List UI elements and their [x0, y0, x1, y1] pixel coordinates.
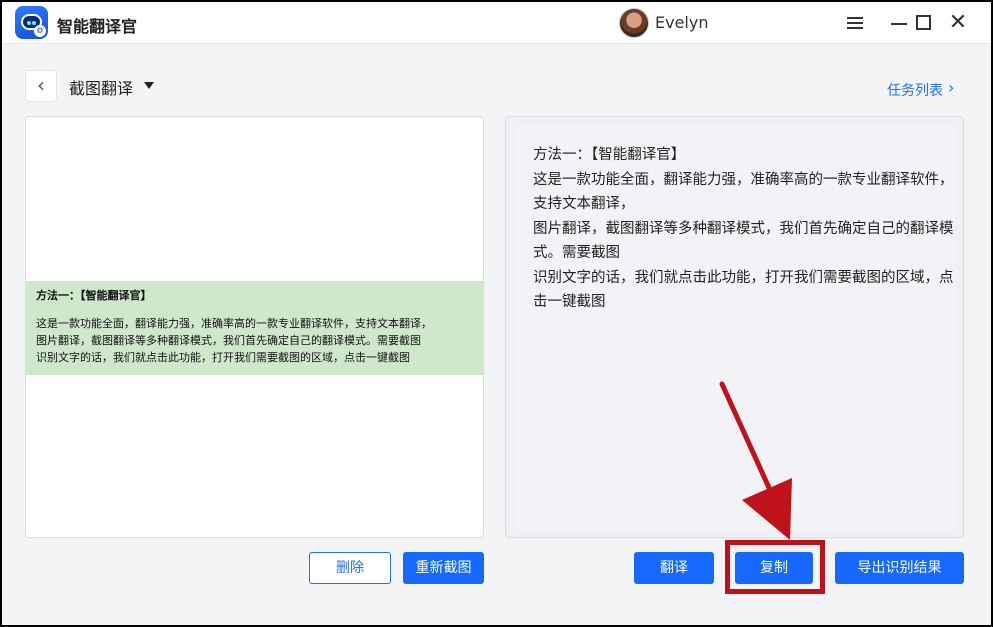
export-results-button[interactable]: 导出识别结果 — [835, 552, 964, 584]
close-icon[interactable]: ✕ — [947, 12, 969, 34]
mode-selector[interactable]: 截图翻译 — [69, 75, 133, 99]
title-bar: ⚙ 智能翻译官 Evelyn ✕ — [2, 2, 991, 44]
copy-highlight-box — [725, 540, 825, 594]
app-title: 智能翻译官 — [57, 17, 138, 36]
chevron-right-icon[interactable]: › — [948, 78, 954, 97]
result-line: 图片翻译，截图翻译等多种翻译模式，我们首先确定自己的翻译模式。需要截图 — [533, 220, 954, 262]
avatar[interactable] — [619, 8, 649, 38]
captured-line: 图片翻译，截图翻译等多种翻译模式，我们首先确定自己的翻译模式。需要截图 — [36, 334, 421, 347]
captured-text: 这是一款功能全面，翻译能力强，准确率高的一款专业翻译软件，支持文本翻译， 图片翻… — [36, 315, 473, 366]
username[interactable]: Evelyn — [655, 13, 708, 32]
result-line: 识别文字的话，我们就点击此功能，打开我们需要截图的区域，点击一键截图 — [533, 269, 954, 311]
chevron-left-icon: ‹ — [37, 73, 45, 97]
captured-title: 方法一：【智能翻译官】 — [36, 289, 152, 302]
delete-button[interactable]: 删除 — [309, 552, 391, 584]
captured-line: 这是一款功能全面，翻译能力强，准确率高的一款专业翻译软件，支持文本翻译， — [36, 317, 432, 330]
result-line: 方法一：【智能翻译官】 — [533, 147, 686, 163]
captured-image: 方法一：【智能翻译官】 这是一款功能全面，翻译能力强，准确率高的一款专业翻译软件… — [26, 281, 483, 375]
menu-icon[interactable] — [844, 12, 866, 34]
screenshot-preview-panel: 方法一：【智能翻译官】 这是一款功能全面，翻译能力强，准确率高的一款专业翻译软件… — [25, 116, 484, 538]
recapture-button[interactable]: 重新截图 — [403, 552, 484, 584]
app-window: ⚙ 智能翻译官 Evelyn ✕ ‹ 截图翻译 任务列表 › 方法一：【智能翻译… — [2, 2, 991, 625]
minimize-icon[interactable] — [888, 12, 910, 34]
result-text[interactable]: 方法一：【智能翻译官】 这是一款功能全面，翻译能力强，准确率高的一款专业翻译软件… — [533, 143, 958, 315]
captured-line: 识别文字的话，我们就点击此功能，打开我们需要截图的区域，点击一键截图 — [36, 351, 410, 364]
maximize-icon[interactable] — [913, 12, 935, 34]
caret-down-icon[interactable] — [144, 82, 154, 89]
app-logo-icon: ⚙ — [15, 6, 48, 39]
back-button[interactable]: ‹ — [25, 70, 57, 102]
task-list-link[interactable]: 任务列表 — [887, 80, 943, 100]
pointer-arrow-icon — [719, 381, 792, 540]
result-line: 这是一款功能全面，翻译能力强，准确率高的一款专业翻译软件，支持文本翻译， — [533, 171, 954, 213]
translate-button[interactable]: 翻译 — [634, 552, 714, 584]
